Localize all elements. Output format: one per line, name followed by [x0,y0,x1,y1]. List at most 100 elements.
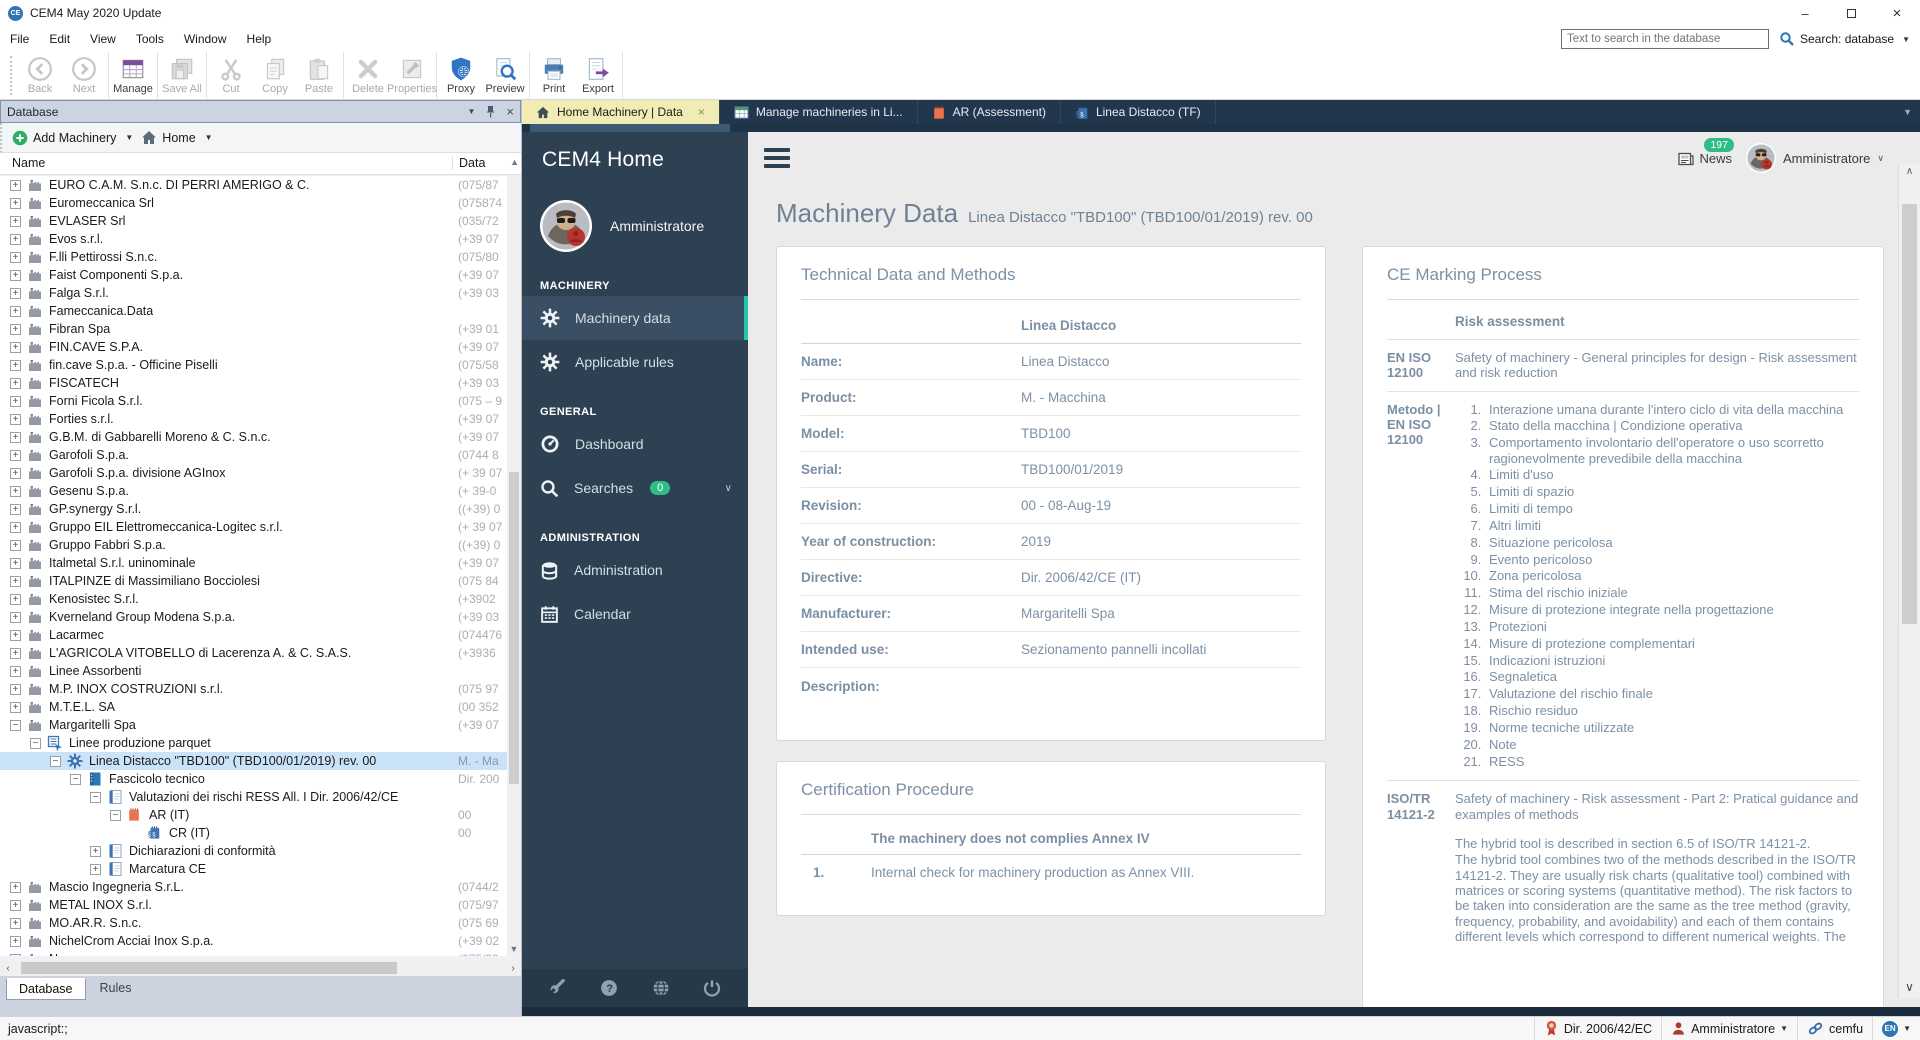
tree-expander[interactable]: + [10,630,21,641]
menu-tools[interactable]: Tools [126,28,174,50]
tree-expander[interactable]: + [10,882,21,893]
tree-expander[interactable]: − [110,810,121,821]
tree-expander[interactable]: + [10,522,21,533]
tree-expander[interactable]: + [10,936,21,947]
tree-expander[interactable]: − [10,720,21,731]
tree-row[interactable]: +Linee Assorbenti [0,662,507,680]
tree-expander[interactable]: + [10,216,21,227]
tree-row[interactable]: +Marcatura CE [0,860,507,878]
tree-expander[interactable]: + [10,540,21,551]
scroll-up-icon[interactable]: ▲ [510,157,519,167]
tree-row[interactable]: −Valutazioni dei rischi RESS All. I Dir.… [0,788,507,806]
document-tab[interactable]: Manage machineries in Li... [720,100,918,124]
tree-row[interactable]: +Garofoli S.p.a.(0744 8 [0,446,507,464]
home-button[interactable]: Home ▼ [141,130,216,145]
tree-row[interactable]: +Italmetal S.r.l. uninominale(+39 07 [0,554,507,572]
manage-button[interactable]: Manage [111,52,155,99]
tree-row[interactable]: +Faist Componenti S.p.a.(+39 07 [0,266,507,284]
hamburger-menu-icon[interactable] [764,148,790,168]
tree-expander[interactable]: + [10,702,21,713]
tree-row[interactable]: +Dichiarazioni di conformità [0,842,507,860]
tree-row[interactable]: +Gesenu S.p.a.(+ 39-0 [0,482,507,500]
tree-expander[interactable]: + [10,684,21,695]
tree-row[interactable]: +Lacarmec(074476 [0,626,507,644]
add-machinery-button[interactable]: Add Machinery ▼ [12,130,137,146]
menu-file[interactable]: File [0,28,39,50]
tree-row[interactable]: +fin.cave S.p.a. - Officine Piselli(075/… [0,356,507,374]
tree-expander[interactable]: + [10,648,21,659]
tree-expander[interactable]: + [10,414,21,425]
tree-expander[interactable]: + [10,576,21,587]
menu-view[interactable]: View [80,28,126,50]
tree-expander[interactable]: + [10,666,21,677]
tree-expander[interactable]: − [50,756,61,767]
tree-row[interactable]: +Fameccanica.Data [0,302,507,320]
tree-expander[interactable]: − [90,792,101,803]
pin-icon[interactable] [485,105,496,118]
tree-row[interactable]: +GP.synergy S.r.l.((+39) 0 [0,500,507,518]
tree-expander[interactable]: + [10,450,21,461]
minimize-button[interactable]: – [1782,0,1828,26]
tree-expander[interactable]: + [10,306,21,317]
news-button[interactable]: 197 News [1678,151,1732,166]
menu-help[interactable]: Help [237,28,282,50]
tree-row[interactable]: +Gruppo Fabbri S.p.a.((+39) 0 [0,536,507,554]
user-menu[interactable]: Amministratore ∨ [1746,143,1884,173]
tree-row[interactable]: +NichelCrom Acciai Inox S.p.a.(+39 02 [0,932,507,950]
sidebar-item-machinery-data[interactable]: Machinery data [522,296,748,340]
status-amministratore[interactable]: Amministratore▼ [1661,1017,1797,1040]
tree-expander[interactable]: + [10,468,21,479]
tree-expander[interactable]: + [10,180,21,191]
close-icon[interactable]: × [506,104,514,119]
print-button[interactable]: Print [532,52,576,99]
maximize-button[interactable] [1828,0,1874,26]
tree-row[interactable]: +Garofoli S.p.a. divisione AGInox(+ 39 0… [0,464,507,482]
tree-expander[interactable]: + [10,594,21,605]
dock-tab-database[interactable]: Database [6,978,86,1000]
tree-expander[interactable]: + [10,558,21,569]
tree-row[interactable]: −AR (IT)00 [0,806,507,824]
tree-expander[interactable]: + [10,288,21,299]
status-language[interactable]: EN▼ [1872,1017,1920,1040]
sidebar-item-applicable-rules[interactable]: Applicable rules [522,340,748,384]
sidebar-item-calendar[interactable]: Calendar [522,592,748,636]
power-icon[interactable] [703,979,721,997]
tree-row[interactable]: +L'AGRICOLA VITOBELLO di Lacerenza A. & … [0,644,507,662]
help-icon[interactable]: ? [600,979,618,997]
document-tab[interactable]: AR (Assessment) [918,100,1061,124]
sidebar-item-searches[interactable]: Searches0∨ [522,466,748,510]
tree-row[interactable]: +METAL INOX S.r.l.(075/97 [0,896,507,914]
status-dir-2006-42-ec[interactable]: Dir. 2006/42/EC [1534,1017,1661,1040]
tree-row[interactable]: +Novagen s.a.s.(075/39 [0,950,507,956]
preview-button[interactable]: Preview [483,52,527,99]
tree-expander[interactable]: + [10,486,21,497]
tree-expander[interactable]: + [10,900,21,911]
close-tab-icon[interactable]: × [698,105,705,119]
tree-row[interactable]: +Kenosistec S.r.l.(+3902 [0,590,507,608]
tree-horizontal-scrollbar[interactable]: ‹ › [0,960,521,976]
tree-row[interactable]: +G.B.M. di Gabbarelli Moreno & C. S.n.c.… [0,428,507,446]
tree-row[interactable]: +EURO C.A.M. S.n.c. DI PERRI AMERIGO & C… [0,176,507,194]
tree-row[interactable]: +Evos s.r.l.(+39 07 [0,230,507,248]
tree-row[interactable]: +F.lli Pettirossi S.n.c.(075/80 [0,248,507,266]
globe-icon[interactable] [652,979,670,997]
document-tab[interactable]: Home Machinery | Data× [522,100,720,124]
scroll-down-icon[interactable]: ∨ [1899,980,1920,994]
tree-row[interactable]: −Margaritelli Spa(+39 07 [0,716,507,734]
tree-expander[interactable]: + [10,378,21,389]
tree-row[interactable]: +Forni Ficola S.r.l.(075 – 9 [0,392,507,410]
tree-expander[interactable]: + [10,270,21,281]
tree-row[interactable]: +ITALPINZE di Massimiliano Bocciolesi(07… [0,572,507,590]
tree-expander[interactable]: − [70,774,81,785]
column-data[interactable]: Data [452,156,485,170]
tree-row[interactable]: +Kverneland Group Modena S.p.a.(+39 03 [0,608,507,626]
tree-expander[interactable]: + [10,954,21,957]
tab-list-chevron-icon[interactable]: ▼ [1903,100,1920,124]
sidebar-item-dashboard[interactable]: Dashboard [522,422,748,466]
tree-row[interactable]: +Mascio Ingegneria S.r.L.(0744/2 [0,878,507,896]
main-vertical-scrollbar[interactable]: ∧ ∨ [1898,164,1920,998]
tree-row[interactable]: +Euromeccanica Srl(075874 [0,194,507,212]
close-button[interactable]: × [1874,0,1920,26]
tree-row[interactable]: +§§CR (IT)00 [0,824,507,842]
tree-expander[interactable]: + [10,504,21,515]
